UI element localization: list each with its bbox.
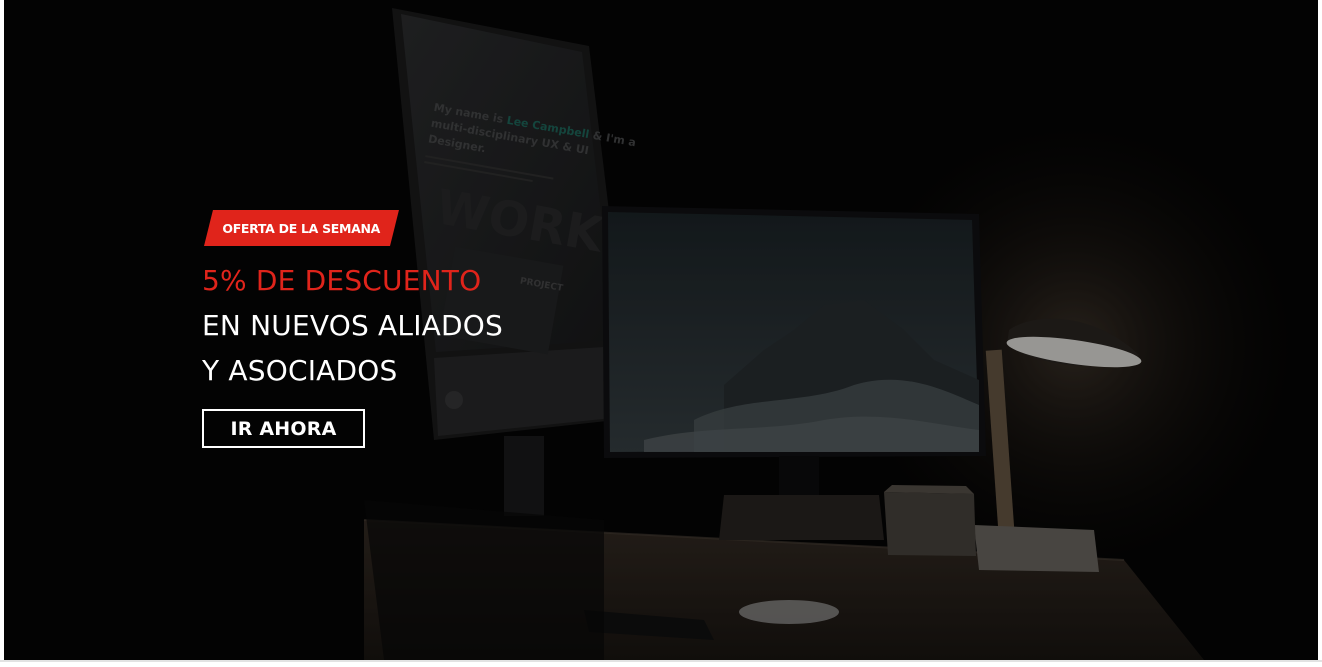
headline-line-2: EN NUEVOS ALIADOS: [202, 309, 503, 342]
promo-content: OFERTA DE LA SEMANA 5% DE DESCUENTO EN N…: [202, 210, 622, 460]
headline-line-3: Y ASOCIADOS: [202, 354, 398, 387]
hero-banner: My name is Lee Campbell & I'm a multi-di…: [4, 0, 1318, 660]
promo-headline: 5% DE DESCUENTO EN NUEVOS ALIADOS Y ASOC…: [202, 258, 503, 393]
bottom-divider: [0, 660, 1322, 662]
headline-discount: 5% DE DESCUENTO: [202, 264, 482, 297]
offer-badge: OFERTA DE LA SEMANA: [204, 210, 399, 246]
go-now-button[interactable]: IR AHORA: [202, 409, 365, 448]
offer-badge-label: OFERTA DE LA SEMANA: [222, 220, 381, 236]
